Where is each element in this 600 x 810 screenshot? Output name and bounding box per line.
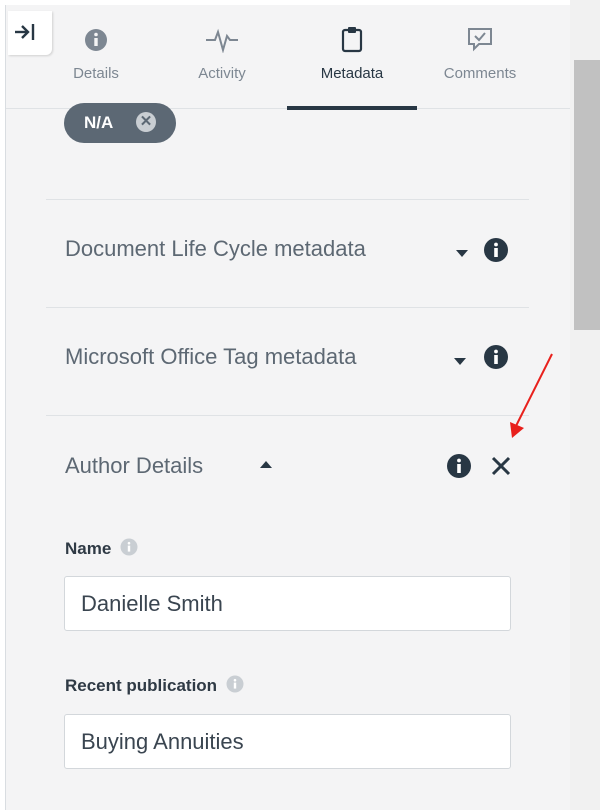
section-author-title[interactable]: Author Details xyxy=(65,453,203,479)
caret-up-icon[interactable] xyxy=(260,461,272,468)
publication-field-label: Recent publication xyxy=(65,675,244,696)
info-icon[interactable] xyxy=(120,538,138,556)
scrollbar-thumb[interactable] xyxy=(574,60,600,330)
section-life-cycle-title[interactable]: Document Life Cycle metadata xyxy=(65,236,366,262)
section-divider xyxy=(46,415,529,416)
arrow-to-right-icon xyxy=(15,24,35,40)
tab-comments-label: Comments xyxy=(443,65,517,82)
tab-details[interactable]: Details xyxy=(58,23,134,109)
info-icon[interactable] xyxy=(483,237,509,263)
annotation-arrow xyxy=(510,353,553,438)
active-tab-indicator xyxy=(287,106,417,110)
info-circle-icon xyxy=(85,29,107,51)
publication-field[interactable] xyxy=(64,714,511,769)
tab-activity[interactable]: Activity xyxy=(180,23,264,109)
remove-x-icon[interactable]: ✕ xyxy=(136,112,156,132)
section-divider xyxy=(46,307,529,308)
tab-activity-label: Activity xyxy=(198,65,246,82)
name-field[interactable] xyxy=(64,576,511,631)
metadata-side-panel: Details Activity Metadata Comments N/A ✕… xyxy=(5,5,570,810)
caret-down-icon[interactable] xyxy=(456,250,468,257)
tab-metadata[interactable]: Metadata xyxy=(306,23,398,109)
section-divider xyxy=(46,199,529,200)
chip-label: N/A xyxy=(84,113,114,132)
section-office-tag-title[interactable]: Microsoft Office Tag metadata xyxy=(65,344,356,370)
tab-metadata-label: Metadata xyxy=(320,65,384,82)
close-icon[interactable] xyxy=(490,455,512,477)
info-icon[interactable] xyxy=(226,675,244,693)
name-field-label: Name xyxy=(65,538,138,559)
comment-check-icon xyxy=(468,28,492,52)
tab-details-label: Details xyxy=(73,65,119,82)
collapse-panel-button[interactable] xyxy=(8,11,52,55)
tab-comments[interactable]: Comments xyxy=(430,23,530,109)
clipboard-icon xyxy=(341,27,363,53)
publication-label-text: Recent publication xyxy=(65,676,218,695)
name-label-text: Name xyxy=(65,539,112,558)
caret-down-icon[interactable] xyxy=(454,358,466,365)
value-chip: N/A ✕ xyxy=(64,103,176,143)
activity-pulse-icon xyxy=(206,28,238,53)
info-icon[interactable] xyxy=(446,453,472,479)
panel-header: Details Activity Metadata Comments xyxy=(6,5,570,110)
